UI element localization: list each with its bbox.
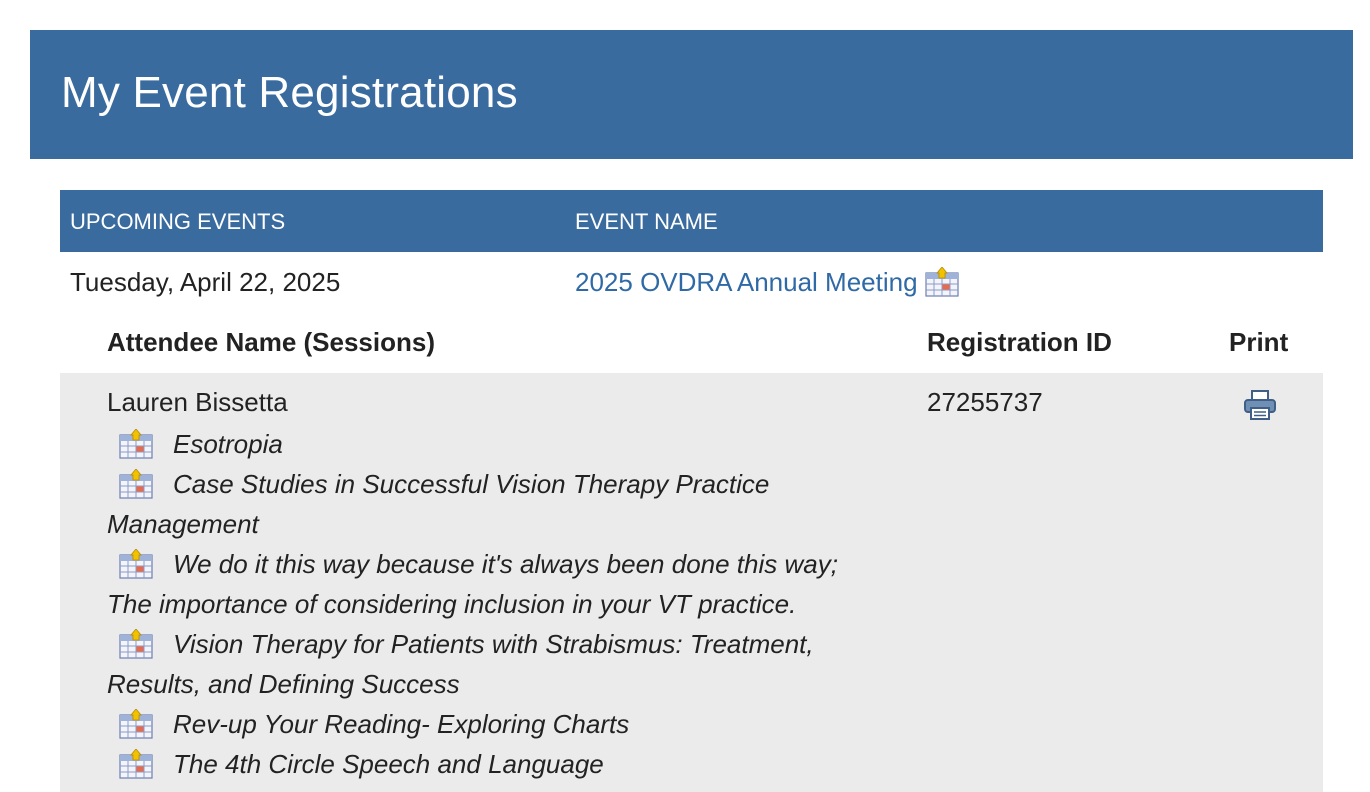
add-to-calendar-icon[interactable] [119,469,153,499]
session-item: We do it this way because it's always be… [107,544,887,624]
session-item: Rev-up Your Reading- Exploring Charts [107,704,887,744]
add-to-calendar-icon[interactable] [119,549,153,579]
add-to-calendar-icon[interactable] [119,749,153,779]
add-to-calendar-icon[interactable] [119,709,153,739]
event-row: Tuesday, April 22, 2025 2025 OVDRA Annua… [60,252,1323,312]
header-registration-id: Registration ID [927,327,1112,357]
registration-id: 27255737 [927,387,1043,417]
session-title: Rev-up Your Reading- Exploring Charts [173,709,630,739]
event-name-link[interactable]: 2025 OVDRA Annual Meeting [575,267,959,298]
session-title: Vision Therapy for Patients with Strabis… [107,629,814,699]
page-title: My Event Registrations [61,68,518,117]
session-item: Esotropia [107,424,887,464]
page-banner: My Event Registrations [30,30,1353,159]
session-item: The 4th Circle Speech and Language [107,744,887,784]
add-to-calendar-icon[interactable] [119,629,153,659]
add-to-calendar-icon[interactable] [925,267,959,297]
header-print: Print [1229,327,1289,357]
session-title: Case Studies in Successful Vision Therap… [107,469,770,539]
header-upcoming-events: UPCOMING EVENTS [70,209,286,234]
attendee-name: Lauren Bissetta [107,387,288,417]
attendee-table-header: Attendee Name (Sessions) Registration ID… [60,312,1323,373]
header-event-name: EVENT NAME [575,209,718,234]
event-date: Tuesday, April 22, 2025 [70,267,341,297]
session-title: Esotropia [173,429,283,459]
events-table-header: UPCOMING EVENTS EVENT NAME [60,190,1323,252]
add-to-calendar-icon[interactable] [119,429,153,459]
session-title: The 4th Circle Speech and Language [173,749,604,779]
printer-icon[interactable] [1242,387,1278,423]
attendee-row: Lauren Bissetta 27255737 Esotropia Case … [60,373,1323,792]
session-list: Esotropia Case Studies in Successful Vis… [107,424,887,784]
event-name-text: 2025 OVDRA Annual Meeting [575,267,918,297]
session-item: Vision Therapy for Patients with Strabis… [107,624,887,704]
session-item: Case Studies in Successful Vision Therap… [107,464,887,544]
session-title: We do it this way because it's always be… [107,549,838,619]
header-attendee-name: Attendee Name (Sessions) [107,327,435,357]
